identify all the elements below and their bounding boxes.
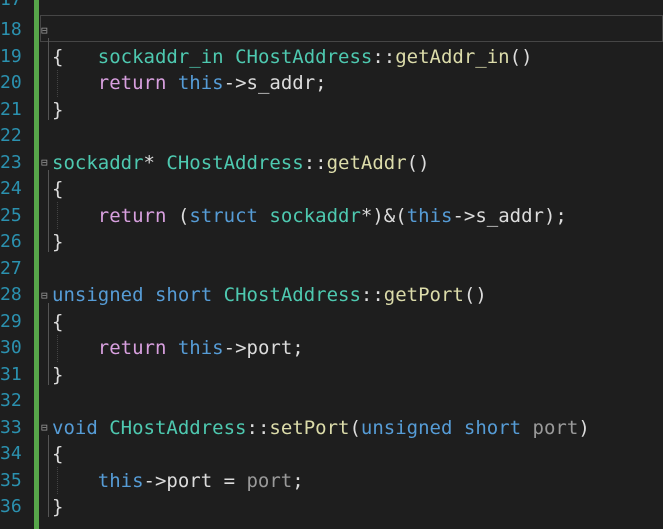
code-editor[interactable]: 17 18 19 20 21 22 23 24 25 26 27 28 29 3… — [0, 0, 663, 529]
code-line[interactable]: { — [52, 44, 63, 71]
code-line[interactable]: } — [52, 362, 63, 389]
parameter-token: port — [532, 416, 579, 439]
line-number: 32 — [0, 390, 22, 411]
code-line[interactable]: } — [52, 229, 63, 256]
keyword-token: return — [97, 337, 167, 359]
line-number: 35 — [0, 469, 22, 491]
line-number: 26 — [0, 231, 22, 252]
keyword-token: unsigned — [52, 284, 144, 306]
function-token: getAddr_in — [395, 45, 510, 68]
keyword-token: unsigned — [360, 416, 453, 439]
line-number: 20 — [0, 72, 22, 93]
class-token: CHostAddress — [109, 416, 247, 439]
change-tracking-bar — [34, 0, 39, 529]
keyword-token: short — [154, 284, 213, 306]
collapse-toggle-icon[interactable]: ⊟ — [41, 290, 50, 301]
keyword-token: this — [406, 204, 453, 227]
keyword-token: return — [97, 72, 167, 94]
keyword-token: short — [463, 416, 522, 439]
code-line[interactable]: } — [52, 494, 63, 521]
code-line[interactable]: unsigned short CHostAddress::getPort() — [52, 282, 487, 309]
line-number-gutter: 17 18 19 20 21 22 23 24 25 26 27 28 29 3… — [0, 0, 28, 529]
keyword-token: this — [177, 337, 224, 359]
collapse-toggle-icon[interactable]: ⊟ — [41, 25, 50, 36]
line-number: 18 — [0, 19, 22, 40]
type-token: sockaddr — [269, 204, 361, 227]
line-number: 23 — [0, 151, 22, 173]
keyword-token: this — [97, 469, 144, 492]
line-number: 24 — [0, 178, 22, 199]
line-number: 31 — [0, 363, 22, 385]
line-number: 34 — [0, 443, 22, 464]
line-number: 29 — [0, 310, 22, 332]
line-number: 19 — [0, 45, 22, 67]
keyword-token: return — [97, 204, 167, 227]
line-number: 22 — [0, 125, 22, 146]
code-line[interactable]: return (struct sockaddr*)&(this->s_addr)… — [52, 203, 567, 230]
line-number: 25 — [0, 204, 22, 226]
code-line[interactable]: } — [52, 97, 63, 124]
keyword-token: void — [52, 416, 98, 439]
class-token: CHostAddress — [235, 45, 373, 68]
line-number: 27 — [0, 257, 22, 279]
class-token: CHostAddress — [166, 151, 304, 174]
line-number: 33 — [0, 416, 22, 438]
outline-guide — [48, 435, 50, 517]
keyword-token: this — [177, 72, 224, 94]
code-line[interactable]: sockaddr_in CHostAddress::getAddr_in() — [52, 17, 533, 68]
outline-guide — [48, 303, 50, 385]
outline-guide — [48, 170, 50, 252]
code-line[interactable]: return this->port; — [52, 335, 304, 362]
line-number: 30 — [0, 337, 22, 358]
type-token: sockaddr — [52, 151, 144, 174]
code-line[interactable]: { — [52, 309, 63, 336]
code-line[interactable]: this->port = port; — [52, 468, 304, 495]
line-number: 21 — [0, 98, 22, 120]
code-line[interactable]: return this->s_addr; — [52, 70, 327, 97]
parameter-token: port — [246, 469, 293, 492]
code-line[interactable]: { — [52, 176, 63, 203]
line-number: 36 — [0, 496, 22, 517]
collapse-toggle-icon[interactable]: ⊟ — [41, 422, 50, 433]
code-line[interactable]: { — [52, 441, 63, 468]
outline-guide — [48, 38, 50, 120]
line-number: 28 — [0, 284, 22, 305]
function-token: getAddr — [326, 151, 407, 174]
function-token: getPort — [383, 284, 464, 306]
keyword-token: struct — [189, 204, 258, 227]
type-token: sockaddr_in — [97, 45, 224, 68]
function-token: setPort — [269, 416, 350, 439]
collapse-toggle-icon[interactable]: ⊟ — [41, 157, 50, 168]
class-token: CHostAddress — [223, 284, 361, 306]
code-line[interactable]: void CHostAddress::setPort(unsigned shor… — [52, 415, 590, 442]
line-number: 17 — [0, 0, 22, 14]
code-line[interactable]: sockaddr* CHostAddress::getAddr() — [52, 150, 430, 177]
